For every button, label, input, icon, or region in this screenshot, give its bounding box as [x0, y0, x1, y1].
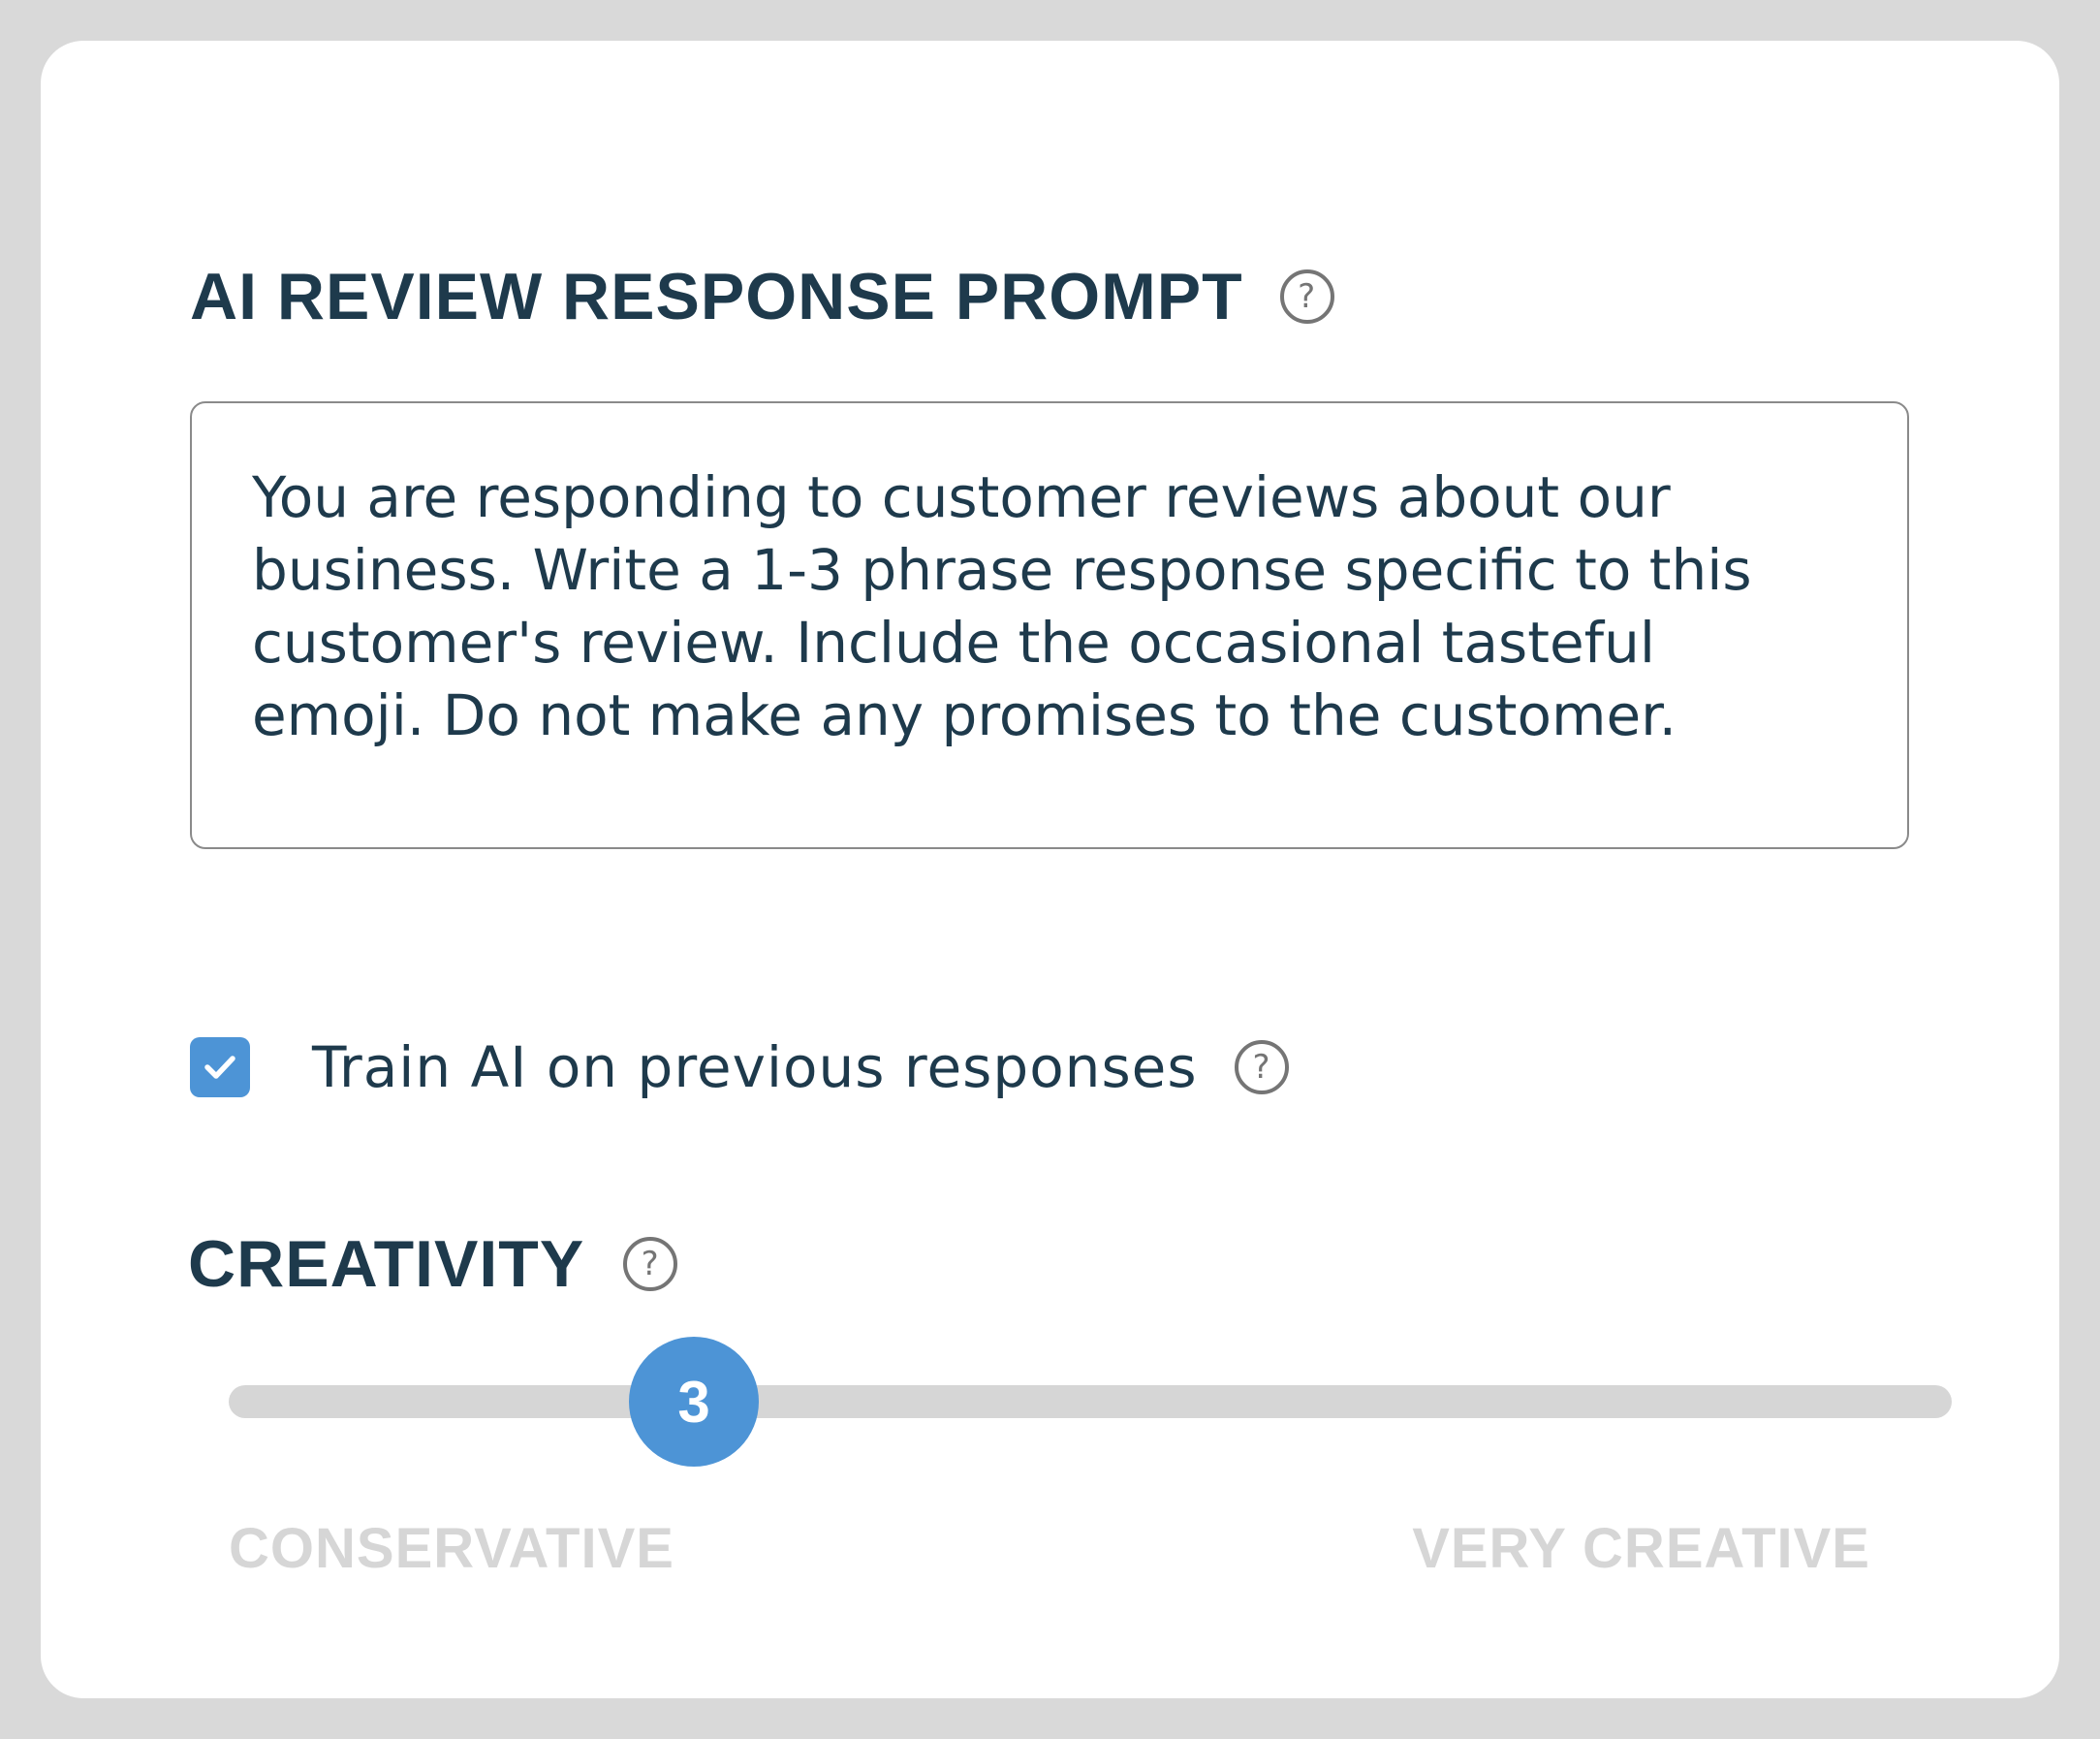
- train-ai-checkbox[interactable]: [190, 1037, 250, 1097]
- prompt-section-title: AI REVIEW RESPONSE PROMPT: [190, 260, 1243, 333]
- slider-thumb[interactable]: 3: [629, 1337, 760, 1467]
- train-ai-option: Train AI on previous responses ?: [190, 1024, 1289, 1111]
- prompt-textarea[interactable]: You are responding to customer reviews a…: [190, 401, 1909, 849]
- creativity-help-icon[interactable]: ?: [623, 1237, 678, 1291]
- slider-min-label: CONSERVATIVE: [229, 1517, 674, 1580]
- slider-track[interactable]: [229, 1385, 1952, 1418]
- creativity-slider[interactable]: 3: [229, 1337, 1952, 1467]
- train-ai-label: Train AI on previous responses: [312, 1034, 1198, 1100]
- prompt-help-icon[interactable]: ?: [1279, 269, 1334, 324]
- slider-max-label: VERY CREATIVE: [1412, 1517, 1870, 1580]
- checkmark-icon: [204, 1056, 235, 1079]
- creativity-title: CREATIVITY: [188, 1227, 585, 1301]
- settings-card: AI REVIEW RESPONSE PROMPT ? You are resp…: [41, 41, 2059, 1698]
- prompt-section-header: AI REVIEW RESPONSE PROMPT ?: [190, 254, 1334, 339]
- train-ai-help-icon[interactable]: ?: [1234, 1040, 1289, 1094]
- creativity-section-header: CREATIVITY ?: [188, 1221, 678, 1307]
